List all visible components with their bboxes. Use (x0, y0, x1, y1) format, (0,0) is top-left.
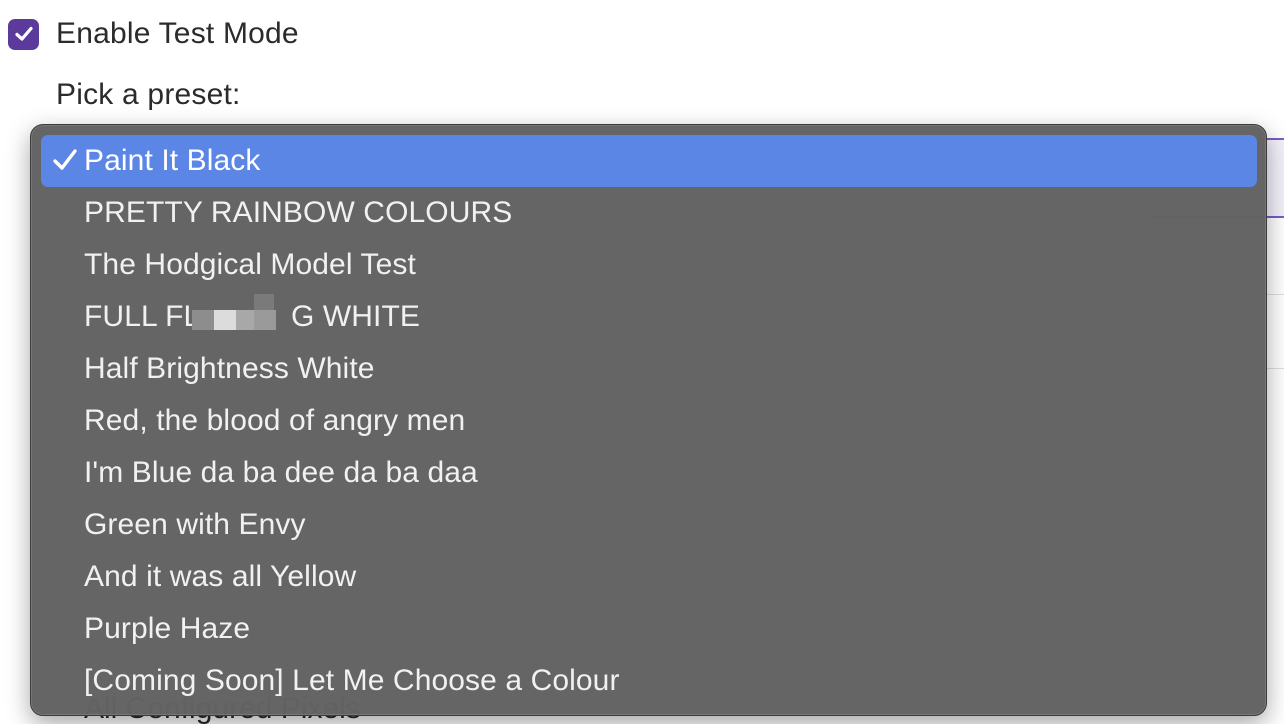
option-label-start: FULL FL (84, 300, 201, 333)
option-label: The Hodgical Model Test (84, 248, 416, 281)
preset-option-purple-haze[interactable]: Purple Haze (41, 603, 1257, 655)
option-label: [Coming Soon] Let Me Choose a Colour (84, 664, 620, 697)
option-label: Purple Haze (84, 612, 251, 645)
option-label: I'm Blue da ba dee da ba daa (84, 456, 478, 489)
preset-option-yellow[interactable]: And it was all Yellow (41, 551, 1257, 603)
preset-option-choose-colour[interactable]: [Coming Soon] Let Me Choose a Colour (41, 655, 1257, 707)
option-label: PRETTY RAINBOW COLOURS (84, 196, 513, 229)
preset-option-pretty-rainbow-colours[interactable]: PRETTY RAINBOW COLOURS (41, 187, 1257, 239)
preset-option-red[interactable]: Red, the blood of angry men (41, 395, 1257, 447)
option-label: Red, the blood of angry men (84, 404, 466, 437)
test-mode-label: Enable Test Mode (56, 17, 299, 50)
option-label-end: G WHITE (291, 300, 421, 333)
option-label: Half Brightness White (84, 352, 375, 385)
option-label: Paint It Black (84, 144, 261, 177)
preset-dropdown-menu: Paint It Black PRETTY RAINBOW COLOURS Th… (30, 124, 1267, 716)
test-mode-row[interactable]: Enable Test Mode (8, 16, 299, 52)
preset-option-blue[interactable]: I'm Blue da ba dee da ba daa (41, 447, 1257, 499)
test-mode-checkbox[interactable] (8, 18, 39, 50)
preset-option-paint-it-black[interactable]: Paint It Black (41, 135, 1257, 187)
preset-label: Pick a preset: (56, 78, 241, 111)
preset-option-half-brightness-white[interactable]: Half Brightness White (41, 343, 1257, 395)
preset-option-hodgical-model-test[interactable]: The Hodgical Model Test (41, 239, 1257, 291)
checkmark-icon (53, 149, 77, 170)
settings-page: Enable Test Mode Pick a preset: All Conf… (0, 0, 1284, 724)
censor-pixelation (192, 294, 278, 332)
option-label: And it was all Yellow (84, 560, 357, 593)
option-label: Green with Envy (84, 508, 306, 541)
preset-option-green[interactable]: Green with Envy (41, 499, 1257, 551)
checkmark-icon (14, 26, 33, 41)
